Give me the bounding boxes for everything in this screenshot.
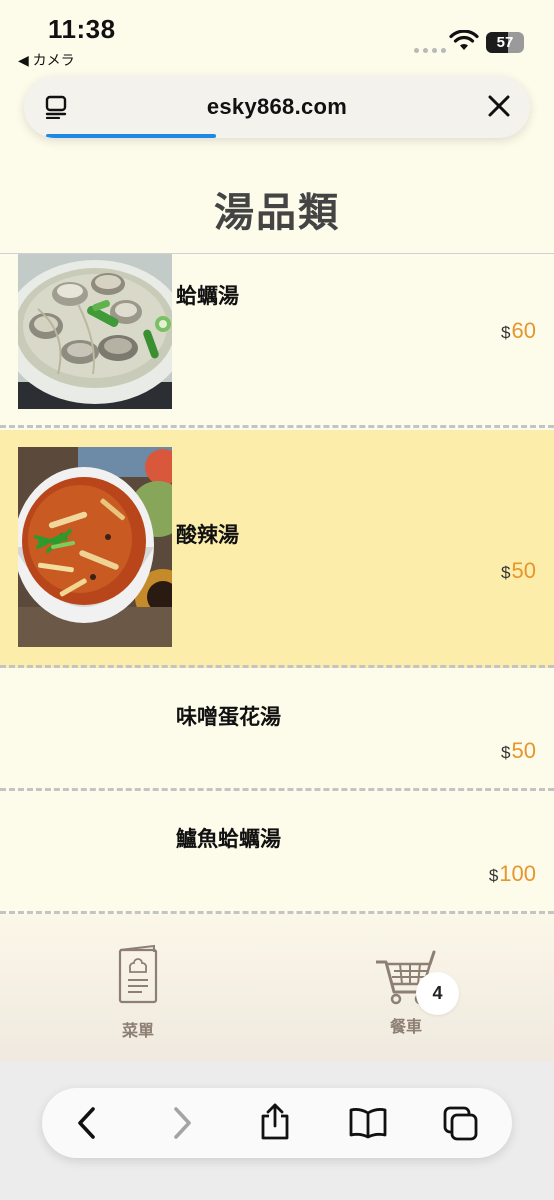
bottom-tab-bar [0,914,554,1064]
tab-menu-label: 菜單 [121,1023,154,1040]
back-to-camera-link[interactable]: ◀ カメラ [18,50,75,70]
cart-count-badge[interactable]: 4 [416,972,459,1015]
stop-loading-icon[interactable] [486,93,512,119]
url-text[interactable]: esky868.com [24,94,530,120]
dish-name: 鱸魚蛤蠣湯 [176,826,281,851]
menu-item-miso-egg-soup[interactable]: 味噌蛋花湯 $50 [0,670,554,791]
cellular-signal-icon [414,48,446,53]
tab-menu[interactable]: 菜單 [108,944,168,1041]
menu-item-perch-clam-soup[interactable]: 鱸魚蛤蠣湯 $100 [0,793,554,914]
page-load-progress [46,134,217,138]
page-title: 湯品類 [214,189,340,236]
tabs-icon[interactable] [442,1105,480,1143]
menu-item-hot-sour-soup[interactable]: 酸辣湯 $50 [0,430,554,668]
status-bar: 11:38 ◀ カメラ 57 [0,0,554,72]
address-bar[interactable]: esky868.com [24,76,530,138]
dish-name: 蛤蠣湯 [176,283,239,308]
dish-name: 酸辣湯 [176,522,239,547]
bookmarks-icon[interactable] [348,1105,388,1141]
hot-sour-soup-photo[interactable] [18,447,172,647]
dish-price: $60 [501,318,536,343]
browser-toolbar [42,1088,512,1158]
menu-book-icon [118,944,158,1004]
back-arrow-icon[interactable] [74,1105,100,1141]
forward-arrow-icon[interactable] [169,1105,195,1141]
wifi-icon [449,30,479,50]
dish-price: $50 [501,738,536,763]
dish-price: $50 [501,558,536,583]
share-icon[interactable] [258,1102,292,1142]
battery-icon: 57 [486,32,524,53]
battery-level: 57 [496,34,514,51]
tab-cart-label: 餐車 [389,1019,422,1036]
menu-item-clam-soup[interactable]: 蛤蠣湯 $60 [0,254,554,428]
dish-price: $100 [488,861,536,886]
status-time: 11:38 [48,14,116,44]
clam-soup-photo[interactable] [18,254,172,409]
dish-name: 味噌蛋花湯 [176,704,281,729]
